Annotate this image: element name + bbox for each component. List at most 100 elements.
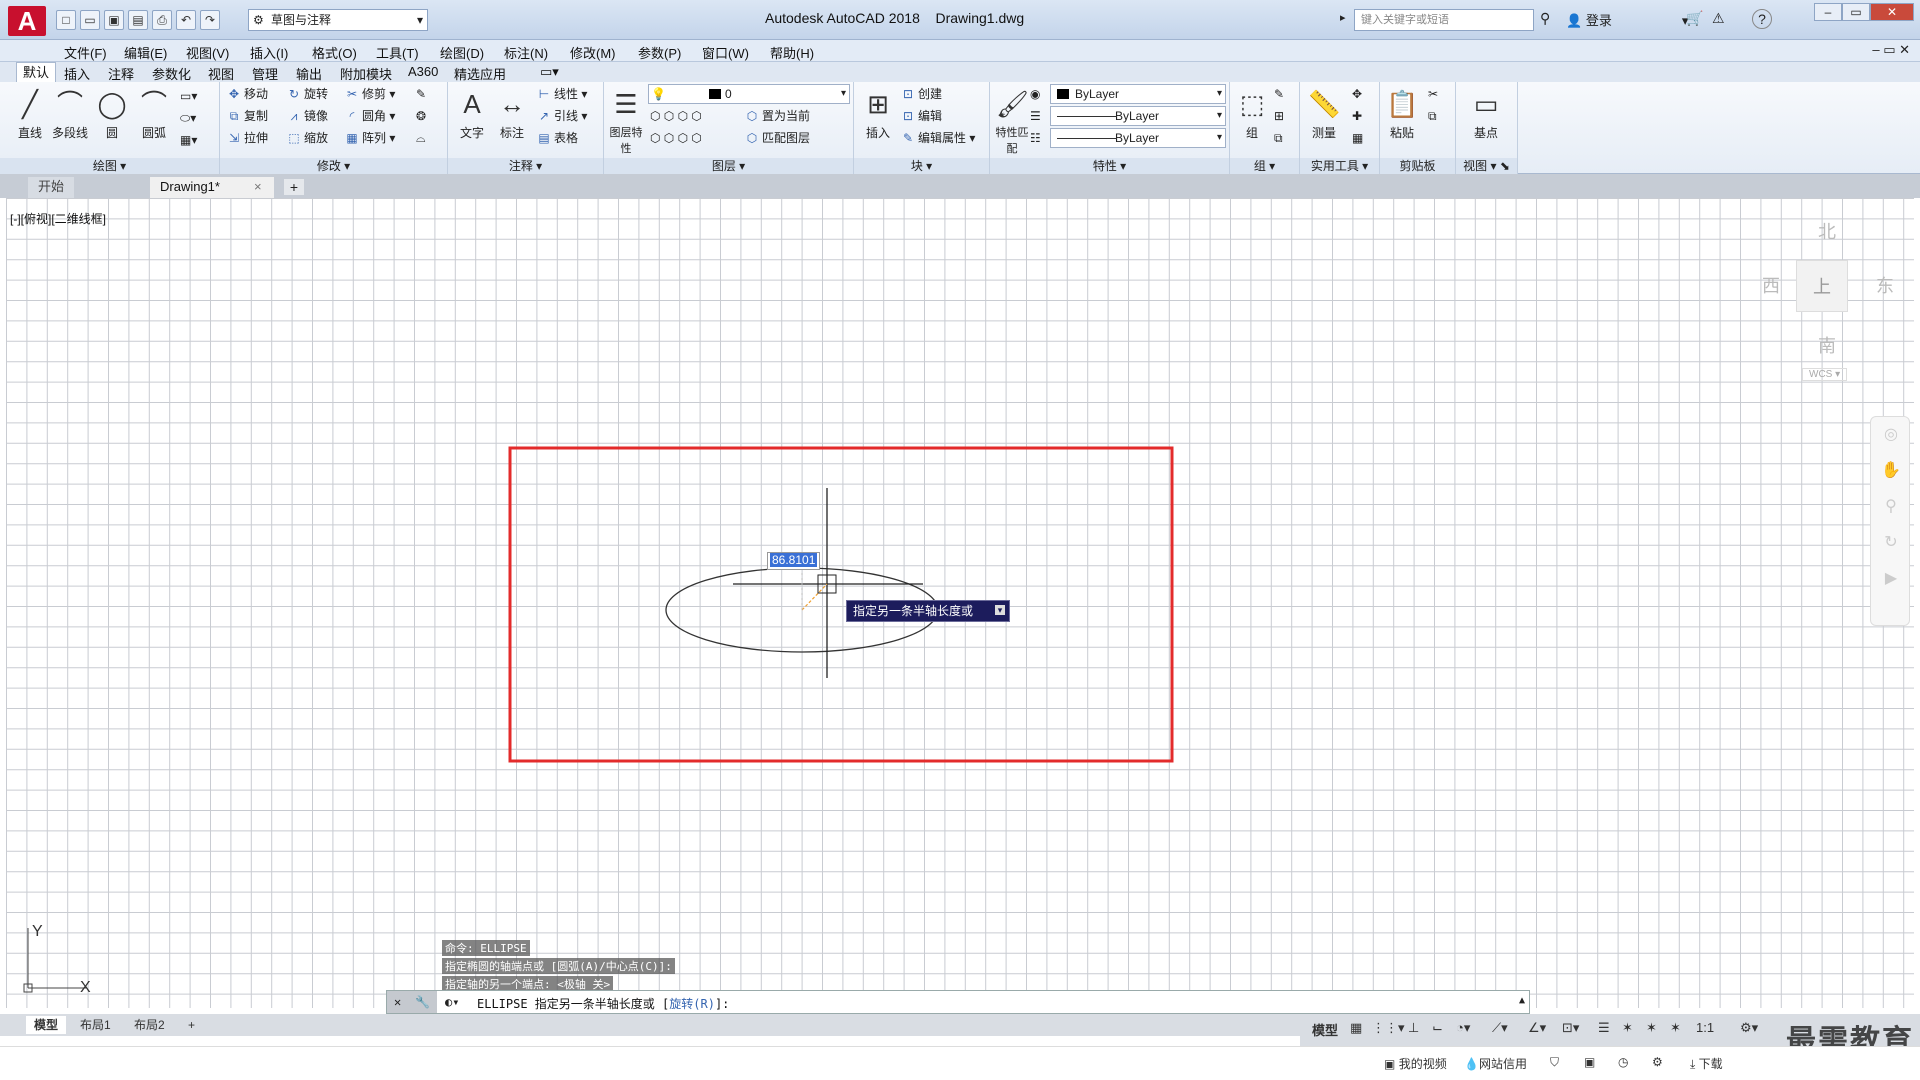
layer-properties-button[interactable]: ☰ 图层特性	[606, 88, 646, 156]
create-block-button[interactable]: ⊡ 创建	[900, 84, 942, 104]
panel-properties-title[interactable]: 特性 ▾	[990, 158, 1229, 174]
tab-home[interactable]: 默认	[16, 62, 57, 82]
rectangle-icon[interactable]: ▭▾	[180, 86, 197, 106]
copy-button[interactable]: ⧉ 复制	[226, 106, 268, 126]
cart-icon[interactable]: 🛒	[1686, 10, 1703, 27]
ribbon-display-toggle-icon[interactable]: ▭▾	[534, 64, 565, 80]
menu-edit[interactable]: 编辑(E)	[124, 43, 167, 62]
object-snap-tracking-icon[interactable]: ⟋▾	[1492, 1020, 1508, 1036]
dynamic-input-icon[interactable]: ⌙	[1432, 1020, 1443, 1036]
a360-icon[interactable]: ⚠	[1712, 10, 1725, 27]
close-button[interactable]: ✕	[1870, 3, 1914, 21]
orbit-icon[interactable]: ↻	[1871, 525, 1911, 561]
layer-tools-row2-icon[interactable]: ⬡ ⬡ ⬡ ⬡	[650, 128, 702, 148]
array-button[interactable]: ▦ 阵列 ▾	[344, 128, 395, 148]
menu-parametric[interactable]: 参数(P)	[638, 43, 681, 62]
clock-icon[interactable]: ◷	[1618, 1055, 1628, 1069]
workspace-gear-icon[interactable]: ⚙▾	[1740, 1020, 1758, 1036]
menu-tools[interactable]: 工具(T)	[376, 43, 419, 62]
drawing-canvas[interactable]: Y X [-][俯视][二维线框] 86.8101 指定另一条半轴长度或 ▾ 北…	[6, 198, 1914, 1008]
panel-layers-title[interactable]: 图层 ▾	[604, 158, 853, 174]
history-toggle-icon[interactable]: ▲	[1519, 995, 1525, 1006]
match-properties-button[interactable]: 🖌 特性匹配	[992, 88, 1032, 156]
tab-layout2[interactable]: 布局2	[126, 1016, 173, 1034]
match-layer-button[interactable]: ⬡ 匹配图层	[744, 128, 810, 148]
restore-button[interactable]: ▭	[1842, 3, 1870, 21]
credit-button[interactable]: 💧网站信用	[1464, 1055, 1527, 1072]
linear-button[interactable]: ⊢ 线性 ▾	[536, 84, 588, 104]
menu-draw[interactable]: 绘图(D)	[440, 43, 484, 62]
shield-icon[interactable]: ⛉	[1550, 1055, 1559, 1070]
wcs-menu[interactable]: WCS ▾	[1802, 368, 1848, 381]
search-expand-icon[interactable]: ▸	[1340, 11, 1346, 24]
object-snap-icon[interactable]: ⊡▾	[1562, 1020, 1579, 1036]
tab-start[interactable]: 开始	[28, 177, 75, 198]
annotation-scale-value[interactable]: 1:1	[1696, 1020, 1714, 1035]
auto-scale-icon[interactable]: ✶	[1646, 1020, 1657, 1036]
binoculars-icon[interactable]: ⚲	[1540, 10, 1550, 27]
save-icon[interactable]: ▣	[104, 10, 124, 30]
viewport-controls-label[interactable]: [-][俯视][二维线框]	[10, 210, 106, 227]
steering-wheel-icon[interactable]: ◎	[1871, 417, 1911, 453]
lineweight-display-icon[interactable]: ☰	[1598, 1020, 1610, 1036]
tab-featured-apps[interactable]: 精选应用	[448, 64, 512, 83]
fillet-button[interactable]: ◜ 圆角 ▾	[344, 106, 396, 126]
tab-view[interactable]: 视图	[202, 64, 240, 83]
viewcube-west[interactable]: 西	[1762, 272, 1780, 298]
wrench-icon[interactable]: 🔧	[415, 995, 430, 1009]
recent-commands-icon[interactable]: ◐▾	[445, 995, 459, 1009]
grid-icon[interactable]: ▦	[1350, 1020, 1362, 1036]
circle-button[interactable]: ◯ 圆	[92, 88, 132, 141]
tab-manage[interactable]: 管理	[246, 64, 284, 83]
model-space-button[interactable]: 模型	[1312, 1020, 1338, 1039]
minimize-button[interactable]: –	[1814, 3, 1842, 21]
tab-parametric[interactable]: 参数化	[146, 64, 197, 83]
set-current-button[interactable]: ⬡ 置为当前	[744, 106, 810, 126]
tab-a360[interactable]: A360	[402, 64, 444, 79]
tab-drawing1[interactable]: Drawing1* ×	[150, 177, 274, 198]
linetype-dropdown[interactable]: ByLayer ▾	[1050, 106, 1226, 126]
ungroup-icon[interactable]: ✎	[1274, 84, 1284, 104]
login-button[interactable]: 👤 登录 ▾	[1566, 10, 1688, 29]
plot-icon[interactable]: ⎙	[152, 10, 172, 30]
tab-layout1[interactable]: 布局1	[72, 1016, 119, 1034]
edit-block-button[interactable]: ⊡ 编辑	[900, 106, 942, 126]
tooltip-option-icon[interactable]: ▾	[995, 605, 1005, 615]
viewcube-east[interactable]: 东	[1876, 272, 1894, 298]
menu-modify[interactable]: 修改(M)	[570, 43, 616, 62]
panel-view-title[interactable]: 视图 ▾ ⬊	[1456, 158, 1517, 174]
arc-button[interactable]: ⌒ 圆弧	[134, 88, 174, 141]
move-button[interactable]: ✥ 移动	[226, 84, 268, 104]
point-icon[interactable]: ✚	[1352, 106, 1362, 126]
hatch-icon[interactable]: ▦▾	[180, 130, 197, 150]
color-wheel-icon[interactable]: ◉	[1030, 84, 1040, 104]
viewcube-south[interactable]: 南	[1818, 332, 1836, 358]
snap-icon[interactable]: ⋮⋮▾	[1372, 1020, 1405, 1036]
dynamic-input-box[interactable]: 86.8101	[767, 552, 821, 570]
scale-button[interactable]: ⬚ 缩放	[286, 128, 328, 148]
polar-tracking-icon[interactable]: ◔▾	[1456, 1020, 1470, 1036]
close-icon[interactable]: ✕	[394, 995, 401, 1009]
polyline-button[interactable]: ⌒ 多段线	[50, 88, 90, 141]
command-line[interactable]: ✕ 🔧 ◐▾ ELLIPSE 指定另一条半轴长度或 [旋转(R)]: ▲	[386, 990, 1530, 1014]
isometric-icon[interactable]: ∠▾	[1528, 1020, 1546, 1036]
menu-insert[interactable]: 插入(I)	[250, 43, 288, 62]
line-button[interactable]: ╱ 直线	[10, 88, 50, 141]
panel-annotation-title[interactable]: 注释 ▾	[448, 158, 603, 174]
video-button[interactable]: ▣ 我的视频	[1384, 1055, 1447, 1072]
menu-window[interactable]: 窗口(W)	[702, 43, 749, 62]
menu-view[interactable]: 视图(V)	[186, 43, 229, 62]
offset-icon[interactable]: ⌓	[416, 128, 426, 148]
annotation-scale-icon[interactable]: ✶	[1670, 1020, 1681, 1036]
gear-icon[interactable]: ⚙	[1652, 1055, 1663, 1069]
panel-groups-title[interactable]: 组 ▾	[1230, 158, 1299, 174]
stretch-button[interactable]: ⇲ 拉伸	[226, 128, 268, 148]
add-layout-button[interactable]: +	[180, 1016, 203, 1034]
text-button[interactable]: A 文字	[452, 88, 492, 141]
tab-output[interactable]: 输出	[290, 64, 328, 83]
dimension-button[interactable]: ↔ 标注	[492, 88, 532, 141]
saveas-icon[interactable]: ▤	[128, 10, 148, 30]
tab-annotate[interactable]: 注释	[102, 64, 140, 83]
image-icon[interactable]: ▣	[1584, 1055, 1595, 1069]
new-icon[interactable]: □	[56, 10, 76, 30]
